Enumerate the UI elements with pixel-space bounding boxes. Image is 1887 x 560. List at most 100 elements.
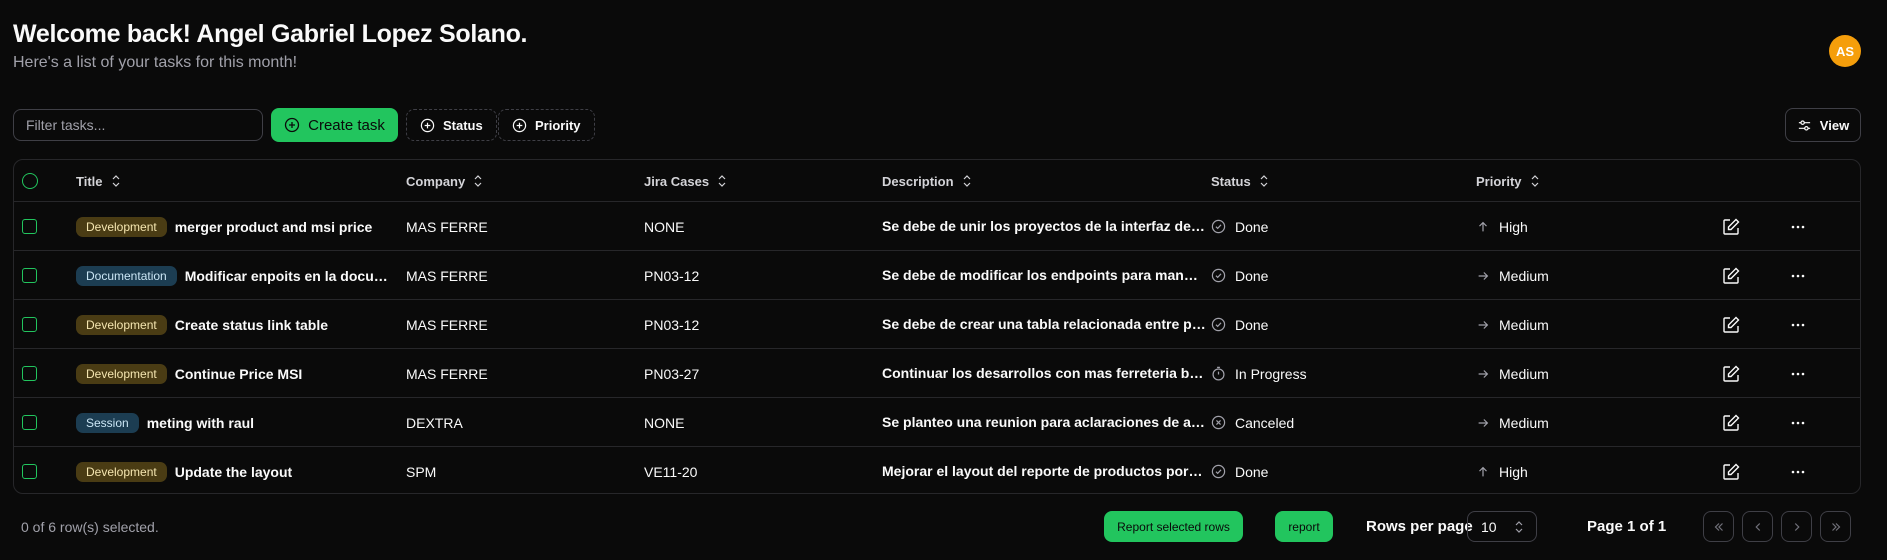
column-header-company[interactable]: Company [406, 160, 483, 202]
edit-icon[interactable] [1721, 266, 1741, 286]
task-status: Done [1235, 463, 1269, 480]
previous-page-button[interactable] [1742, 511, 1773, 542]
task-priority: Medium [1499, 316, 1549, 333]
task-title: meting with raul [146, 414, 255, 431]
table-row[interactable]: Session meting with raul DEXTRA NONE Se … [14, 398, 1860, 447]
task-status: Done [1235, 218, 1269, 235]
row-checkbox[interactable] [22, 268, 37, 283]
view-label: View [1819, 117, 1850, 133]
create-task-label: Create task [308, 116, 385, 134]
toolbar: Create task Status Priority View [13, 108, 1861, 142]
task-company: MAS FERRE [406, 365, 488, 382]
rows-per-page-select[interactable]: 10 [1467, 511, 1537, 542]
column-title-label: Title [76, 173, 103, 189]
arrow-right-icon [1476, 416, 1490, 430]
report-button[interactable]: report [1275, 511, 1333, 542]
task-status: Done [1235, 267, 1269, 284]
view-options-button[interactable]: View [1785, 108, 1861, 142]
table-row[interactable]: Development Continue Price MSI MAS FERRE… [14, 349, 1860, 398]
task-jira: PN03-12 [644, 267, 700, 284]
tasks-table: Title Company Jira Cases Description Sta… [13, 159, 1861, 494]
column-jira-label: Jira Cases [644, 173, 710, 189]
last-page-button[interactable] [1820, 511, 1851, 542]
more-horizontal-icon[interactable] [1790, 464, 1806, 480]
page-subtitle: Here's a list of your tasks for this mon… [13, 54, 298, 71]
more-horizontal-icon[interactable] [1790, 268, 1806, 284]
chevron-left-icon [1751, 520, 1765, 534]
page-indicator: Page 1 of 1 [1587, 518, 1667, 535]
column-header-status[interactable]: Status [1211, 160, 1269, 202]
row-checkbox[interactable] [22, 366, 37, 381]
row-checkbox[interactable] [22, 317, 37, 332]
first-page-button[interactable] [1703, 511, 1734, 542]
avatar[interactable]: AS [1829, 35, 1861, 67]
check-circle-icon [1211, 268, 1226, 283]
report-selected-rows-button[interactable]: Report selected rows [1104, 511, 1243, 542]
task-priority: High [1499, 218, 1528, 235]
create-task-button[interactable]: Create task [271, 108, 398, 142]
more-horizontal-icon[interactable] [1790, 366, 1806, 382]
label-badge: Documentation [76, 265, 177, 286]
status-filter-label: Status [443, 117, 483, 133]
column-header-title[interactable]: Title [76, 160, 121, 202]
task-title: Update the layout [174, 463, 293, 480]
table-header: Title Company Jira Cases Description Sta… [14, 160, 1860, 202]
edit-icon[interactable] [1721, 413, 1741, 433]
task-priority: Medium [1499, 414, 1549, 431]
task-description: Se debe de modificar los endpoints para … [882, 267, 1206, 283]
task-title: merger product and msi price [174, 218, 373, 235]
table-row[interactable]: Development merger product and msi price… [14, 202, 1860, 251]
task-company: MAS FERRE [406, 316, 488, 333]
sort-icon [962, 175, 972, 187]
label-badge: Development [76, 216, 167, 237]
column-company-label: Company [406, 173, 466, 189]
task-priority: Medium [1499, 365, 1549, 382]
arrow-right-icon [1476, 367, 1490, 381]
task-status: Done [1235, 316, 1269, 333]
row-checkbox[interactable] [22, 219, 37, 234]
task-title: Create status link table [174, 316, 328, 333]
edit-icon[interactable] [1721, 364, 1741, 384]
more-horizontal-icon[interactable] [1790, 219, 1806, 235]
table-row[interactable]: Development Update the layout SPM VE11-2… [14, 447, 1860, 493]
more-horizontal-icon[interactable] [1790, 317, 1806, 333]
next-page-button[interactable] [1781, 511, 1812, 542]
task-title: Continue Price MSI [174, 365, 303, 382]
column-priority-label: Priority [1476, 173, 1522, 189]
task-description: Se planteo una reunion para aclaraciones… [882, 414, 1206, 430]
edit-icon[interactable] [1721, 217, 1741, 237]
table-row[interactable]: Documentation Modificar enpoits en la do… [14, 251, 1860, 300]
task-description: Se debe de unir los proyectos de la inte… [882, 218, 1206, 234]
more-horizontal-icon[interactable] [1790, 415, 1806, 431]
label-badge: Development [76, 461, 167, 482]
arrow-right-icon [1476, 269, 1490, 283]
column-description-label: Description [882, 173, 954, 189]
column-status-label: Status [1211, 173, 1251, 189]
status-filter-button[interactable]: Status [406, 109, 497, 141]
edit-icon[interactable] [1721, 315, 1741, 335]
row-checkbox[interactable] [22, 464, 37, 479]
column-header-priority[interactable]: Priority [1476, 160, 1540, 202]
task-company: DEXTRA [406, 414, 463, 431]
plus-circle-icon [284, 117, 300, 133]
column-header-description[interactable]: Description [882, 160, 972, 202]
sort-icon [473, 175, 483, 187]
sort-icon [1530, 175, 1540, 187]
filter-tasks-input[interactable] [13, 109, 263, 141]
select-all-checkbox[interactable] [22, 173, 38, 189]
task-description: Continuar los desarrollos con mas ferret… [882, 365, 1206, 381]
table-row[interactable]: Development Create status link table MAS… [14, 300, 1860, 349]
task-company: SPM [406, 463, 437, 480]
task-description: Se debe de crear una tabla relacionada e… [882, 316, 1206, 332]
column-header-jira[interactable]: Jira Cases [644, 160, 727, 202]
priority-filter-button[interactable]: Priority [498, 109, 595, 141]
edit-icon[interactable] [1721, 462, 1741, 482]
task-priority: High [1499, 463, 1528, 480]
page-title: Welcome back! Angel Gabriel Lopez Solano… [13, 20, 528, 48]
task-jira: NONE [644, 218, 685, 235]
plus-circle-icon [420, 118, 435, 133]
row-checkbox[interactable] [22, 415, 37, 430]
task-priority: Medium [1499, 267, 1549, 284]
task-company: MAS FERRE [406, 267, 488, 284]
sort-icon [717, 175, 727, 187]
